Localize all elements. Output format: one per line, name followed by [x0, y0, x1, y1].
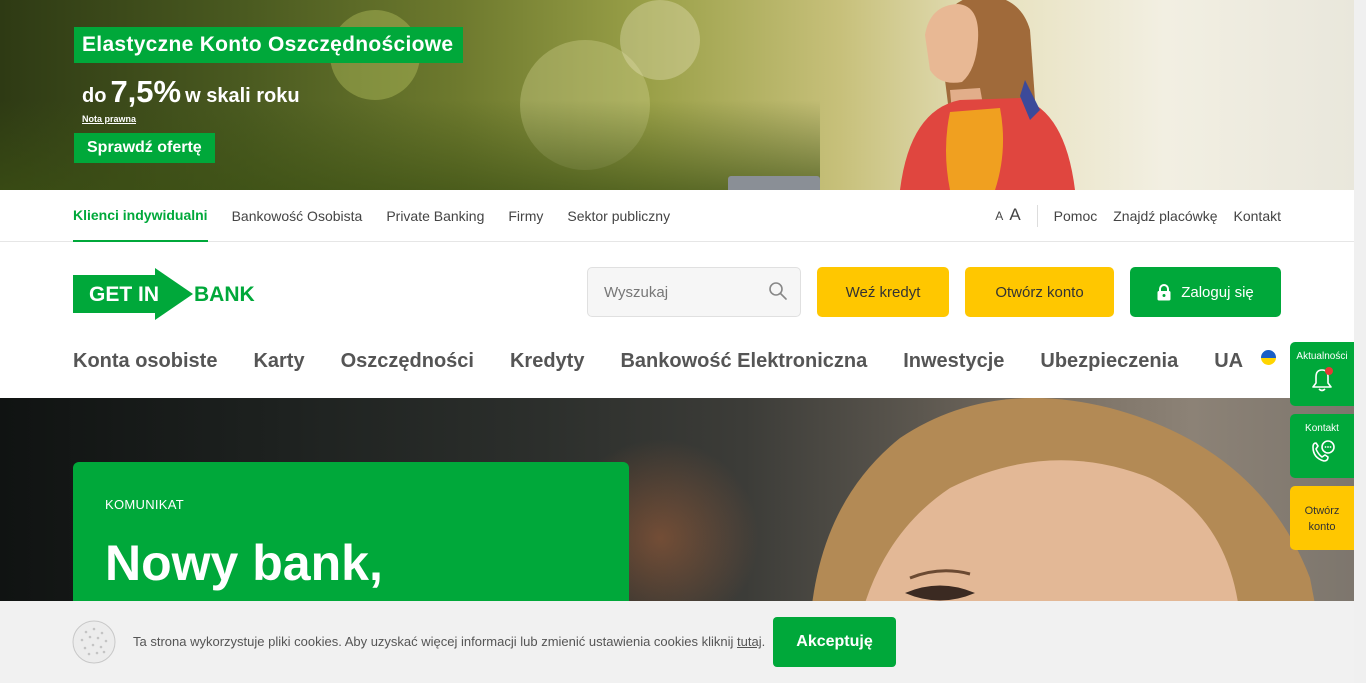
legal-note-link[interactable]: Nota prawna — [82, 114, 136, 124]
help-links: Pomoc Znajdź placówkę Kontakt — [1038, 208, 1281, 224]
ukraine-flag-icon — [1261, 349, 1277, 365]
rate-prefix: do — [82, 85, 107, 107]
lock-icon — [1157, 283, 1171, 300]
logo-text-left: GET IN — [89, 283, 159, 306]
login-label: Zaloguj się — [1181, 283, 1254, 301]
tab-companies[interactable]: Firmy — [508, 190, 543, 242]
open-label-line1: Otwórz — [1304, 505, 1340, 517]
contact-link[interactable]: Kontakt — [1234, 208, 1281, 224]
take-loan-button[interactable]: Weź kredyt — [817, 267, 949, 317]
open-account-button[interactable]: Otwórz konto — [965, 267, 1114, 317]
logo-text-right: BANK — [194, 283, 255, 306]
tab-individual-clients[interactable]: Klienci indywidualni — [73, 190, 208, 242]
nav-insurance[interactable]: Ubezpieczenia — [1040, 346, 1178, 376]
main-nav: Konta osobiste Karty Oszczędności Kredyt… — [73, 346, 1277, 376]
announcement-title: Nowy bank, — [105, 535, 383, 591]
nav-cards[interactable]: Karty — [253, 346, 304, 376]
search-box — [587, 267, 801, 317]
nav-personal-accounts[interactable]: Konta osobiste — [73, 346, 217, 376]
nav-savings[interactable]: Oszczędności — [341, 346, 474, 376]
tab-personal-banking[interactable]: Bankowość Osobista — [232, 190, 363, 242]
login-button[interactable]: Zaloguj się — [1130, 267, 1281, 317]
cookie-text: Ta strona wykorzystuje pliki cookies. Ab… — [133, 634, 765, 649]
news-label: Aktualności — [1296, 351, 1348, 362]
cookie-message: Ta strona wykorzystuje pliki cookies. Ab… — [133, 634, 734, 649]
news-widget[interactable]: Aktualności — [1290, 342, 1354, 406]
main-header: GET IN BANK Weź kredyt Otwórz konto Zalo… — [0, 242, 1354, 398]
utility-links: A A Pomoc Znajdź placówkę Kontakt — [995, 190, 1281, 242]
nav-loans[interactable]: Kredyty — [510, 346, 584, 376]
search-input[interactable] — [588, 268, 758, 316]
promo-banner[interactable]: Elastyczne Konto Oszczędnościowe do 7,5% w… — [0, 0, 1354, 190]
font-size-switcher: A A — [995, 205, 1038, 227]
nav-electronic-banking[interactable]: Bankowość Elektroniczna — [620, 346, 867, 376]
cookie-settings-link[interactable]: tutaj — [737, 634, 762, 649]
open-account-widget[interactable]: Otwórz konto — [1290, 486, 1354, 550]
accept-cookies-button[interactable]: Akceptuję — [773, 617, 896, 667]
page-scrollbar[interactable] — [1354, 0, 1366, 683]
tab-private-banking[interactable]: Private Banking — [386, 190, 484, 242]
promo-title: Elastyczne Konto Oszczędnościowe — [74, 27, 464, 63]
rate-value: 7,5% — [110, 74, 182, 109]
help-link[interactable]: Pomoc — [1054, 208, 1098, 224]
open-account-widget-label: Otwórz konto — [1290, 486, 1354, 535]
cookie-bar: Ta strona wykorzystuje pliki cookies. Ab… — [0, 601, 1354, 683]
contact-widget[interactable]: Kontakt — [1290, 414, 1354, 478]
woman-photo — [900, 0, 1075, 190]
phone-chat-icon — [1312, 440, 1335, 462]
contact-widget-label: Kontakt — [1305, 423, 1339, 434]
tab-public-sector[interactable]: Sektor publiczny — [567, 190, 670, 242]
cookie-icon — [72, 620, 116, 664]
find-branch-link[interactable]: Znajdź placówkę — [1113, 208, 1217, 224]
bell-icon — [1312, 367, 1333, 392]
laptop-image — [728, 176, 820, 190]
bokeh-decoration — [620, 0, 700, 80]
check-offer-button[interactable]: Sprawdź ofertę — [74, 133, 215, 163]
promo-rate: do 7,5% w skali roku — [82, 74, 300, 110]
secondary-nav: Klienci indywidualni Bankowość Osobista … — [0, 190, 1354, 242]
cookie-period: . — [761, 634, 766, 649]
rate-suffix: w skali roku — [185, 85, 300, 107]
page: Elastyczne Konto Oszczędnościowe do 7,5% w… — [0, 0, 1366, 683]
segment-tabs: Klienci indywidualni Bankowość Osobista … — [73, 190, 670, 242]
nav-ukrainian[interactable]: UA — [1214, 346, 1277, 376]
getin-bank-logo[interactable]: GET IN BANK — [73, 268, 263, 320]
font-small-button[interactable]: A — [995, 209, 1003, 223]
announcement-label: KOMUNIKAT — [105, 497, 185, 512]
nav-investments[interactable]: Inwestycje — [903, 346, 1004, 376]
open-label-line2: konto — [1308, 521, 1336, 533]
nav-ua-label: UA — [1214, 350, 1244, 372]
font-large-button[interactable]: A — [1009, 205, 1020, 225]
search-icon[interactable] — [768, 281, 788, 301]
